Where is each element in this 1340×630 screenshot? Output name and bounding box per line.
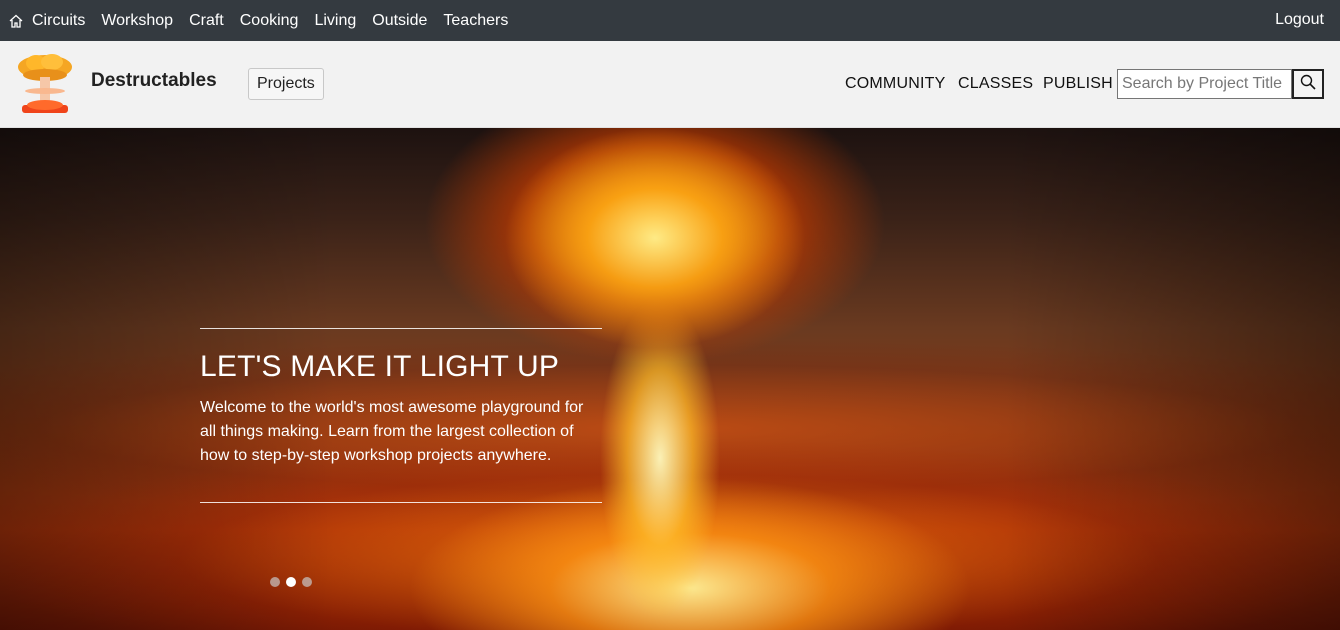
category-link-cooking[interactable]: Cooking [240,12,299,30]
hero-bottom-divider [200,502,602,503]
category-link-workshop[interactable]: Workshop [101,12,173,30]
category-link-craft[interactable]: Craft [189,12,224,30]
search-button[interactable] [1292,69,1324,99]
projects-button[interactable]: Projects [248,68,324,100]
hero-top-divider [200,328,602,329]
category-bar: Circuits Workshop Craft Cooking Living O… [0,0,1340,41]
logout-link[interactable]: Logout [1275,11,1324,29]
carousel-dot-2[interactable] [286,577,296,587]
nav-publish[interactable]: PUBLISH [1043,75,1113,93]
search-input[interactable] [1117,69,1292,99]
category-link-teachers[interactable]: Teachers [443,12,508,30]
brand-name[interactable]: Destructables [91,70,217,92]
carousel-dot-3[interactable] [302,577,312,587]
hero-title: LET'S MAKE IT LIGHT UP [200,350,560,383]
category-link-living[interactable]: Living [314,12,356,30]
category-link-outside[interactable]: Outside [372,12,427,30]
nav-community[interactable]: COMMUNITY [845,75,945,93]
carousel-dot-1[interactable] [270,577,280,587]
carousel-indicators [270,577,312,587]
site-header: Destructables Projects COMMUNITY CLASSES… [0,41,1340,128]
hero-carousel: LET'S MAKE IT LIGHT UP Welcome to the wo… [0,128,1340,630]
nav-classes[interactable]: CLASSES [958,75,1033,93]
home-icon[interactable] [6,11,26,31]
category-link-circuits[interactable]: Circuits [32,12,85,30]
search-icon [1300,74,1316,95]
mushroom-cloud-logo[interactable] [16,53,74,115]
hero-description: Welcome to the world's most awesome play… [200,399,584,464]
